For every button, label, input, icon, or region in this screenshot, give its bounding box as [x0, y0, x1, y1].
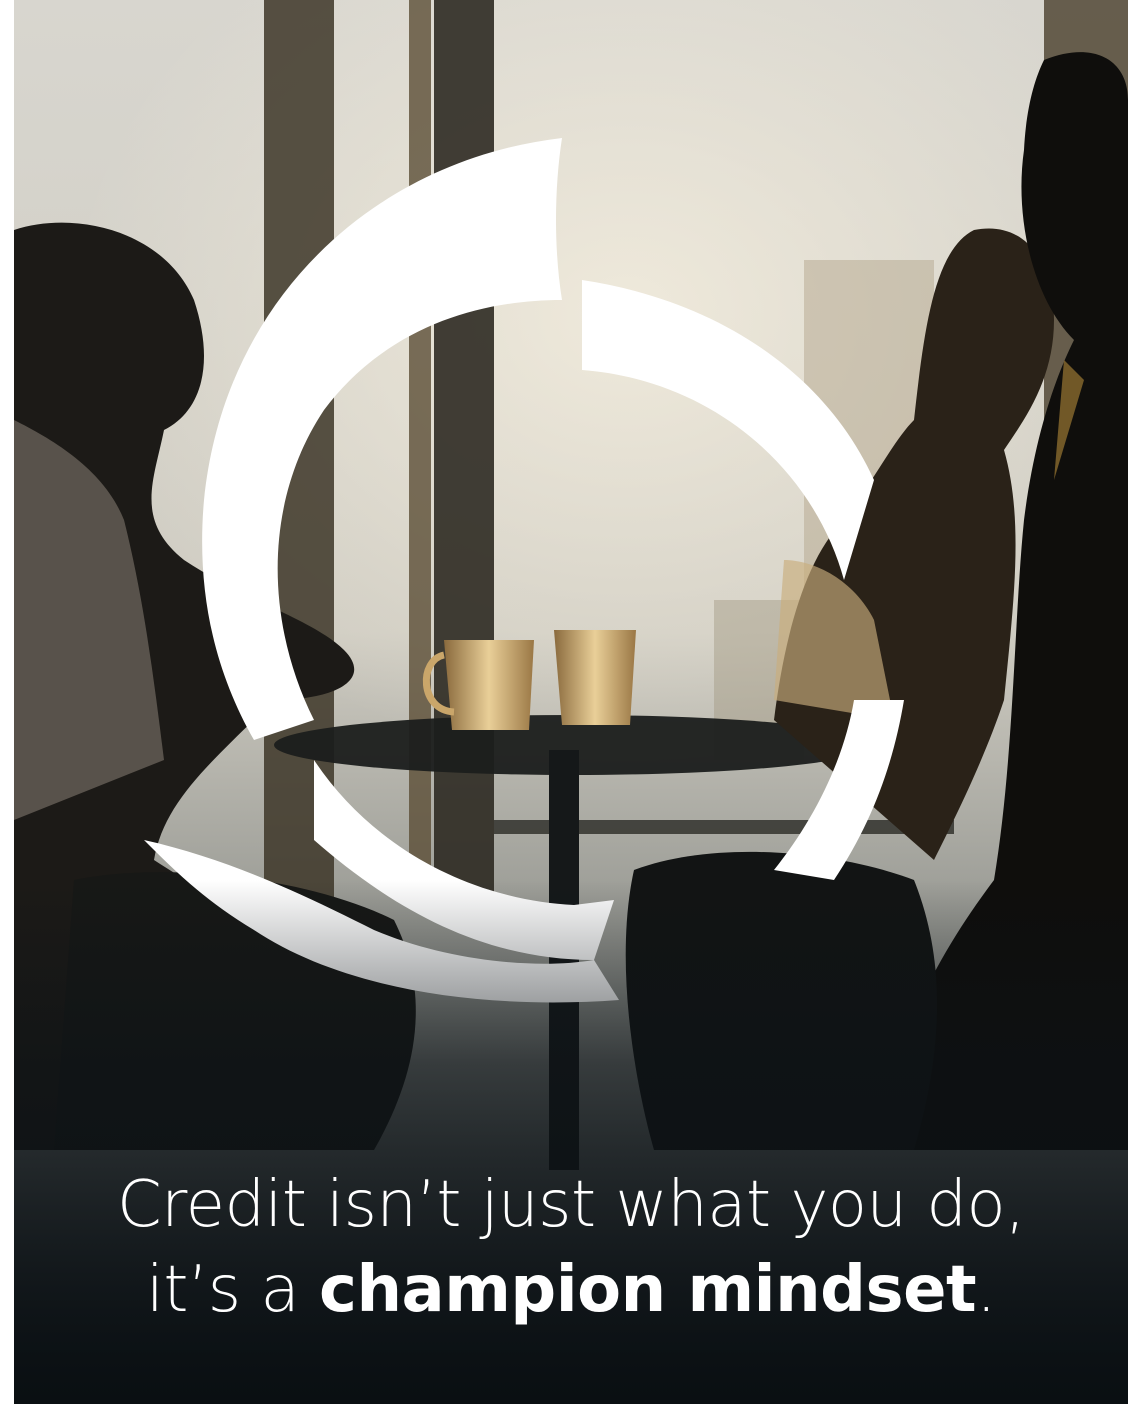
headline-line-1-text: Credit isn’t just what you do,: [116, 1168, 1026, 1242]
headline-line-2-prefix: it’s a: [146, 1253, 320, 1327]
coffee-cup-right: [554, 630, 636, 725]
headline-line-2: it’s a champion mindset.: [14, 1250, 1128, 1330]
coffee-cup-left: [444, 640, 534, 730]
headline-line-1: Credit isn’t just what you do,: [14, 1165, 1128, 1245]
poster: Credit isn’t just what you do, it’s a ch…: [14, 0, 1128, 1404]
headline-line-2-suffix: .: [976, 1253, 996, 1327]
headline-emphasis: champion mindset: [319, 1253, 977, 1327]
